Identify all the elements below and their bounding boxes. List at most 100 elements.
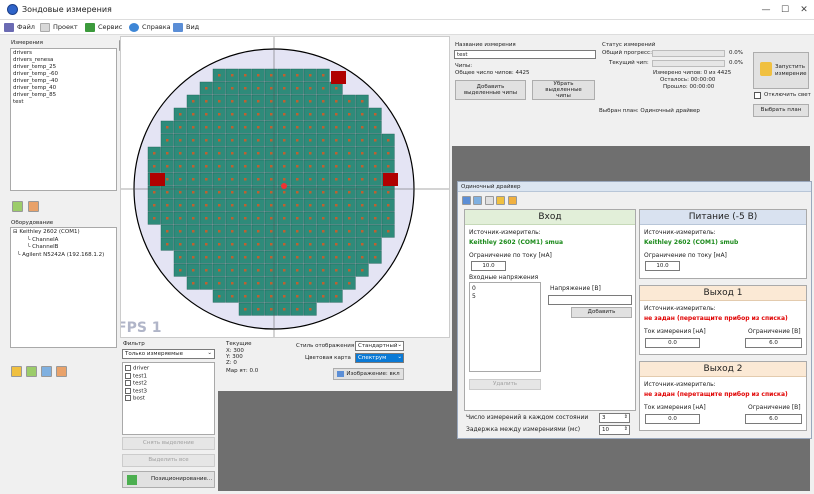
list-item[interactable]: driver_temp_25 (13, 64, 114, 71)
filter-item[interactable]: test1 (125, 372, 212, 381)
clear-selection-button[interactable]: Снять выделение (122, 437, 215, 450)
checkbox-icon[interactable] (125, 395, 131, 401)
menu-view[interactable]: Вид (173, 22, 199, 33)
checkbox-icon[interactable] (125, 380, 131, 386)
spin-icon[interactable]: ⇕ (624, 414, 628, 420)
die-pad (309, 191, 312, 194)
folder-icon[interactable] (496, 196, 505, 205)
color-map-select[interactable]: Спектрум ⌄ (355, 353, 404, 363)
die-pad (348, 152, 351, 155)
output2-limit-field[interactable]: 6.0 (745, 414, 802, 424)
open-icon[interactable] (462, 196, 471, 205)
refresh-icon[interactable] (485, 196, 494, 205)
icon-tool-4[interactable] (56, 366, 67, 377)
die-pad (296, 178, 299, 181)
checkbox-icon[interactable] (125, 365, 131, 371)
close-button[interactable]: ✕ (792, 2, 814, 18)
die-pad (361, 165, 364, 168)
die-pad (283, 139, 286, 142)
measurements-list[interactable]: drivers drivers_renesa driver_temp_25 dr… (10, 48, 117, 191)
menu-help[interactable]: Справка (129, 22, 171, 33)
die-pad (387, 217, 390, 220)
icon-tool-3[interactable] (41, 366, 52, 377)
voltages-list[interactable]: 0 5 (469, 282, 541, 372)
tree-item[interactable]: └ ChannelB (13, 244, 114, 252)
wafer-map-view[interactable]: FPS 1 (120, 36, 450, 338)
wafer-map[interactable] (121, 37, 450, 338)
delete-measurement-icon[interactable] (28, 201, 39, 212)
filter-item[interactable]: bost (125, 395, 212, 403)
die-pad (218, 230, 221, 233)
filter-item[interactable]: test3 (125, 387, 212, 396)
list-item[interactable]: drivers_renesa (13, 57, 114, 64)
filter-list[interactable]: driver test1 test2 test3 bost (122, 362, 215, 435)
start-measurement-button[interactable]: Запустить измерение (753, 52, 809, 89)
filter-item[interactable]: test2 (125, 380, 212, 388)
filter-select[interactable]: Только измеряемые ⌄ (122, 349, 215, 359)
turn-off-light-label: Отключить свет (764, 92, 811, 98)
voltage-input[interactable] (548, 295, 632, 305)
list-item[interactable]: driver_temp_-60 (13, 71, 114, 78)
remove-voltage-button[interactable]: Удалить (469, 379, 541, 390)
output2-source-value: не задан (перетащите прибор из списка) (644, 391, 788, 398)
list-item[interactable]: driver_temp_-40 (13, 78, 114, 85)
add-voltage-button[interactable]: Добавить (571, 307, 632, 318)
list-item[interactable]: driver_temp_40 (13, 85, 114, 92)
tree-item[interactable]: ⊟ Keithley 2602 (COM1) (13, 229, 114, 237)
list-item[interactable]: 0 (472, 285, 538, 293)
die-pad (374, 191, 377, 194)
select-all-button[interactable]: Выделить все (122, 454, 215, 467)
icon-tool-1[interactable] (11, 366, 22, 377)
power-limit-field[interactable]: 10.0 (645, 261, 680, 271)
output2-current-field[interactable]: 0.0 (645, 414, 700, 424)
die-pad (257, 126, 260, 129)
menu-project[interactable]: Проект (40, 22, 78, 33)
delay-stepper[interactable]: 10 ⇕ (599, 425, 630, 435)
turn-off-light-checkbox[interactable] (754, 92, 761, 99)
die-pad (218, 243, 221, 246)
measurements-title: Измерения (11, 40, 43, 46)
image-toggle-button[interactable]: Изображение: вкл (333, 368, 404, 380)
die-pad (244, 230, 247, 233)
checkbox-icon[interactable] (125, 372, 131, 379)
spin-icon[interactable]: ⇕ (624, 426, 628, 432)
overall-progress-label: Общий прогресс: (602, 50, 652, 56)
output1-current-field[interactable]: 0.0 (645, 338, 700, 348)
tree-item[interactable]: └ Agilent N5242A (192.168.1.2) (13, 252, 114, 260)
die-pad (296, 243, 299, 246)
add-chips-button[interactable]: Добавить выделенные чипы (455, 80, 526, 100)
edit-icon[interactable] (508, 196, 517, 205)
list-item[interactable]: drivers (13, 50, 114, 57)
list-item[interactable]: 5 (472, 293, 538, 301)
meas-name-input[interactable]: test (454, 50, 596, 59)
list-item[interactable]: driver_temp_85 (13, 92, 114, 99)
die-pad (218, 282, 221, 285)
die-pad (322, 269, 325, 272)
input-limit-field[interactable]: 10.0 (471, 261, 506, 271)
save-icon[interactable] (473, 196, 482, 205)
equipment-tree[interactable]: ⊟ Keithley 2602 (COM1) └ ChannelA └ Chan… (10, 227, 117, 348)
choose-plan-button[interactable]: Выбрать план (753, 104, 809, 117)
die-pad (283, 204, 286, 207)
positioning-button[interactable]: Позиционирование... (122, 471, 215, 488)
die-pad (309, 269, 312, 272)
die-pad (231, 204, 234, 207)
style-select[interactable]: Стандартный ⌄ (355, 341, 404, 351)
die-pad (270, 191, 273, 194)
output1-limit-field[interactable]: 6.0 (745, 338, 802, 348)
die-pad (231, 87, 234, 90)
list-item[interactable]: test (13, 99, 114, 106)
count-stepper[interactable]: 3 ⇕ (599, 413, 630, 423)
add-measurement-icon[interactable] (12, 201, 23, 212)
die-pad (205, 256, 208, 259)
menu-service[interactable]: Сервис (85, 22, 122, 33)
checkbox-icon[interactable] (125, 387, 131, 394)
die-pad (309, 295, 312, 298)
tree-item[interactable]: └ ChannelA (13, 237, 114, 245)
remove-chips-button[interactable]: Убрать выделенные чипы (532, 80, 595, 100)
die-pad (231, 165, 234, 168)
icon-tool-2[interactable] (26, 366, 37, 377)
filter-item[interactable]: driver (125, 365, 212, 373)
menu-file[interactable]: Файл (4, 22, 35, 33)
die-pad (166, 126, 169, 129)
